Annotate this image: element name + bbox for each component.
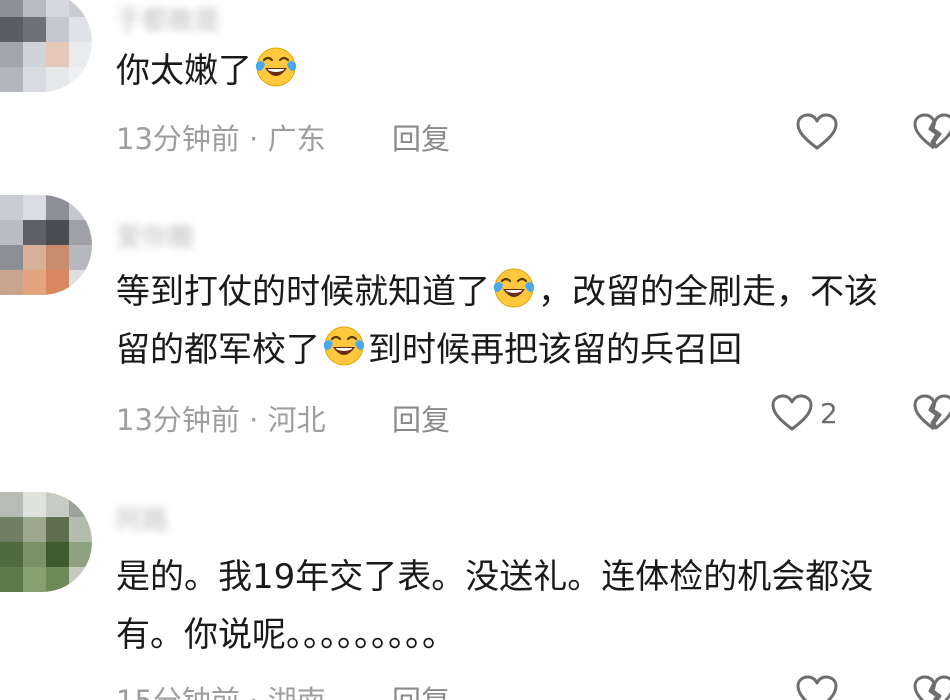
laughing-crying-emoji-icon: [491, 265, 537, 311]
comment-text-segment: 你太嫩了: [116, 51, 252, 91]
username[interactable]: 于都敢是: [116, 0, 220, 36]
reply-button[interactable]: 回复: [392, 116, 450, 158]
like-button[interactable]: [770, 674, 845, 700]
comment-text-line: 有。你说呢。。。。。。。。。: [116, 615, 456, 655]
heart-outline-icon: [770, 393, 814, 433]
timestamp: 13分钟前: [116, 403, 240, 437]
location: 河北: [267, 403, 326, 437]
dislike-button[interactable]: [912, 393, 950, 437]
heart-outline-icon: [795, 674, 839, 700]
like-button[interactable]: [770, 112, 845, 152]
comment-text-segment: 到时候再把该留的兵召回: [368, 330, 742, 370]
broken-heart-icon: [912, 674, 950, 700]
timestamp: 13分钟前: [116, 122, 240, 156]
timestamp: 15分钟前: [116, 684, 240, 700]
location: 湖南: [268, 684, 326, 700]
comment-meta: 13分钟前 · 广东: [116, 116, 326, 158]
reply-button[interactable]: 回复: [392, 678, 450, 700]
comment-text: 是的。我19年交了表。没送礼。连体检的机会都没 有。你说呢。。。。。。。。。: [116, 548, 950, 664]
comment-feed: 于都敢是 你太嫩了 13分钟前 · 广东 回复 爱你嫐 等到打仗的时候就知道了 …: [0, 0, 950, 700]
username[interactable]: 阿路: [116, 500, 168, 536]
comment-item: 阿路 是的。我19年交了表。没送礼。连体检的机会都没 有。你说呢。。。。。。。。…: [0, 488, 950, 700]
laughing-crying-emoji-icon: [253, 44, 299, 90]
broken-heart-icon: [912, 112, 950, 152]
separator: ·: [249, 684, 258, 700]
separator: ·: [249, 122, 259, 156]
comment-item: 爱你嫐 等到打仗的时候就知道了 ，改留的全刷走，不该 留的都军校了 到时候再把该留的…: [0, 195, 950, 455]
comment-text-segment: 留的都军校了: [116, 330, 320, 370]
heart-outline-icon: [795, 112, 839, 152]
dislike-button[interactable]: [912, 112, 950, 156]
comment-item: 于都敢是 你太嫩了 13分钟前 · 广东 回复: [0, 0, 950, 175]
broken-heart-icon: [912, 393, 950, 433]
laughing-crying-emoji-icon: [321, 323, 367, 369]
like-count: 2: [820, 396, 838, 430]
avatar[interactable]: [0, 0, 92, 92]
comment-meta: 13分钟前 · 河北: [116, 397, 326, 439]
comment-text-segment: 等到打仗的时候就知道了: [116, 272, 490, 312]
separator: ·: [249, 403, 259, 437]
like-button[interactable]: 2: [770, 393, 838, 433]
dislike-button[interactable]: [912, 674, 950, 700]
reply-button[interactable]: 回复: [392, 397, 450, 439]
username[interactable]: 爱你嫐: [116, 217, 194, 253]
comment-text-line: 等到打仗的时候就知道了 ，改留的全刷走，不该: [116, 263, 950, 321]
avatar[interactable]: [0, 195, 92, 295]
avatar[interactable]: [0, 492, 92, 592]
comment-meta: 15分钟前 · 湖南: [116, 678, 326, 700]
location: 广东: [267, 122, 326, 156]
comment-text: 等到打仗的时候就知道了 ，改留的全刷走，不该 留的都军校了 到时候再把该留的兵召回: [116, 263, 950, 379]
comment-text-line: 留的都军校了 到时候再把该留的兵召回: [116, 321, 950, 379]
comment-text-line: 是的。我19年交了表。没送礼。连体检的机会都没: [116, 557, 874, 597]
comment-text-segment: ，改留的全刷走，不该: [538, 272, 878, 312]
comment-text: 你太嫩了: [116, 42, 950, 100]
